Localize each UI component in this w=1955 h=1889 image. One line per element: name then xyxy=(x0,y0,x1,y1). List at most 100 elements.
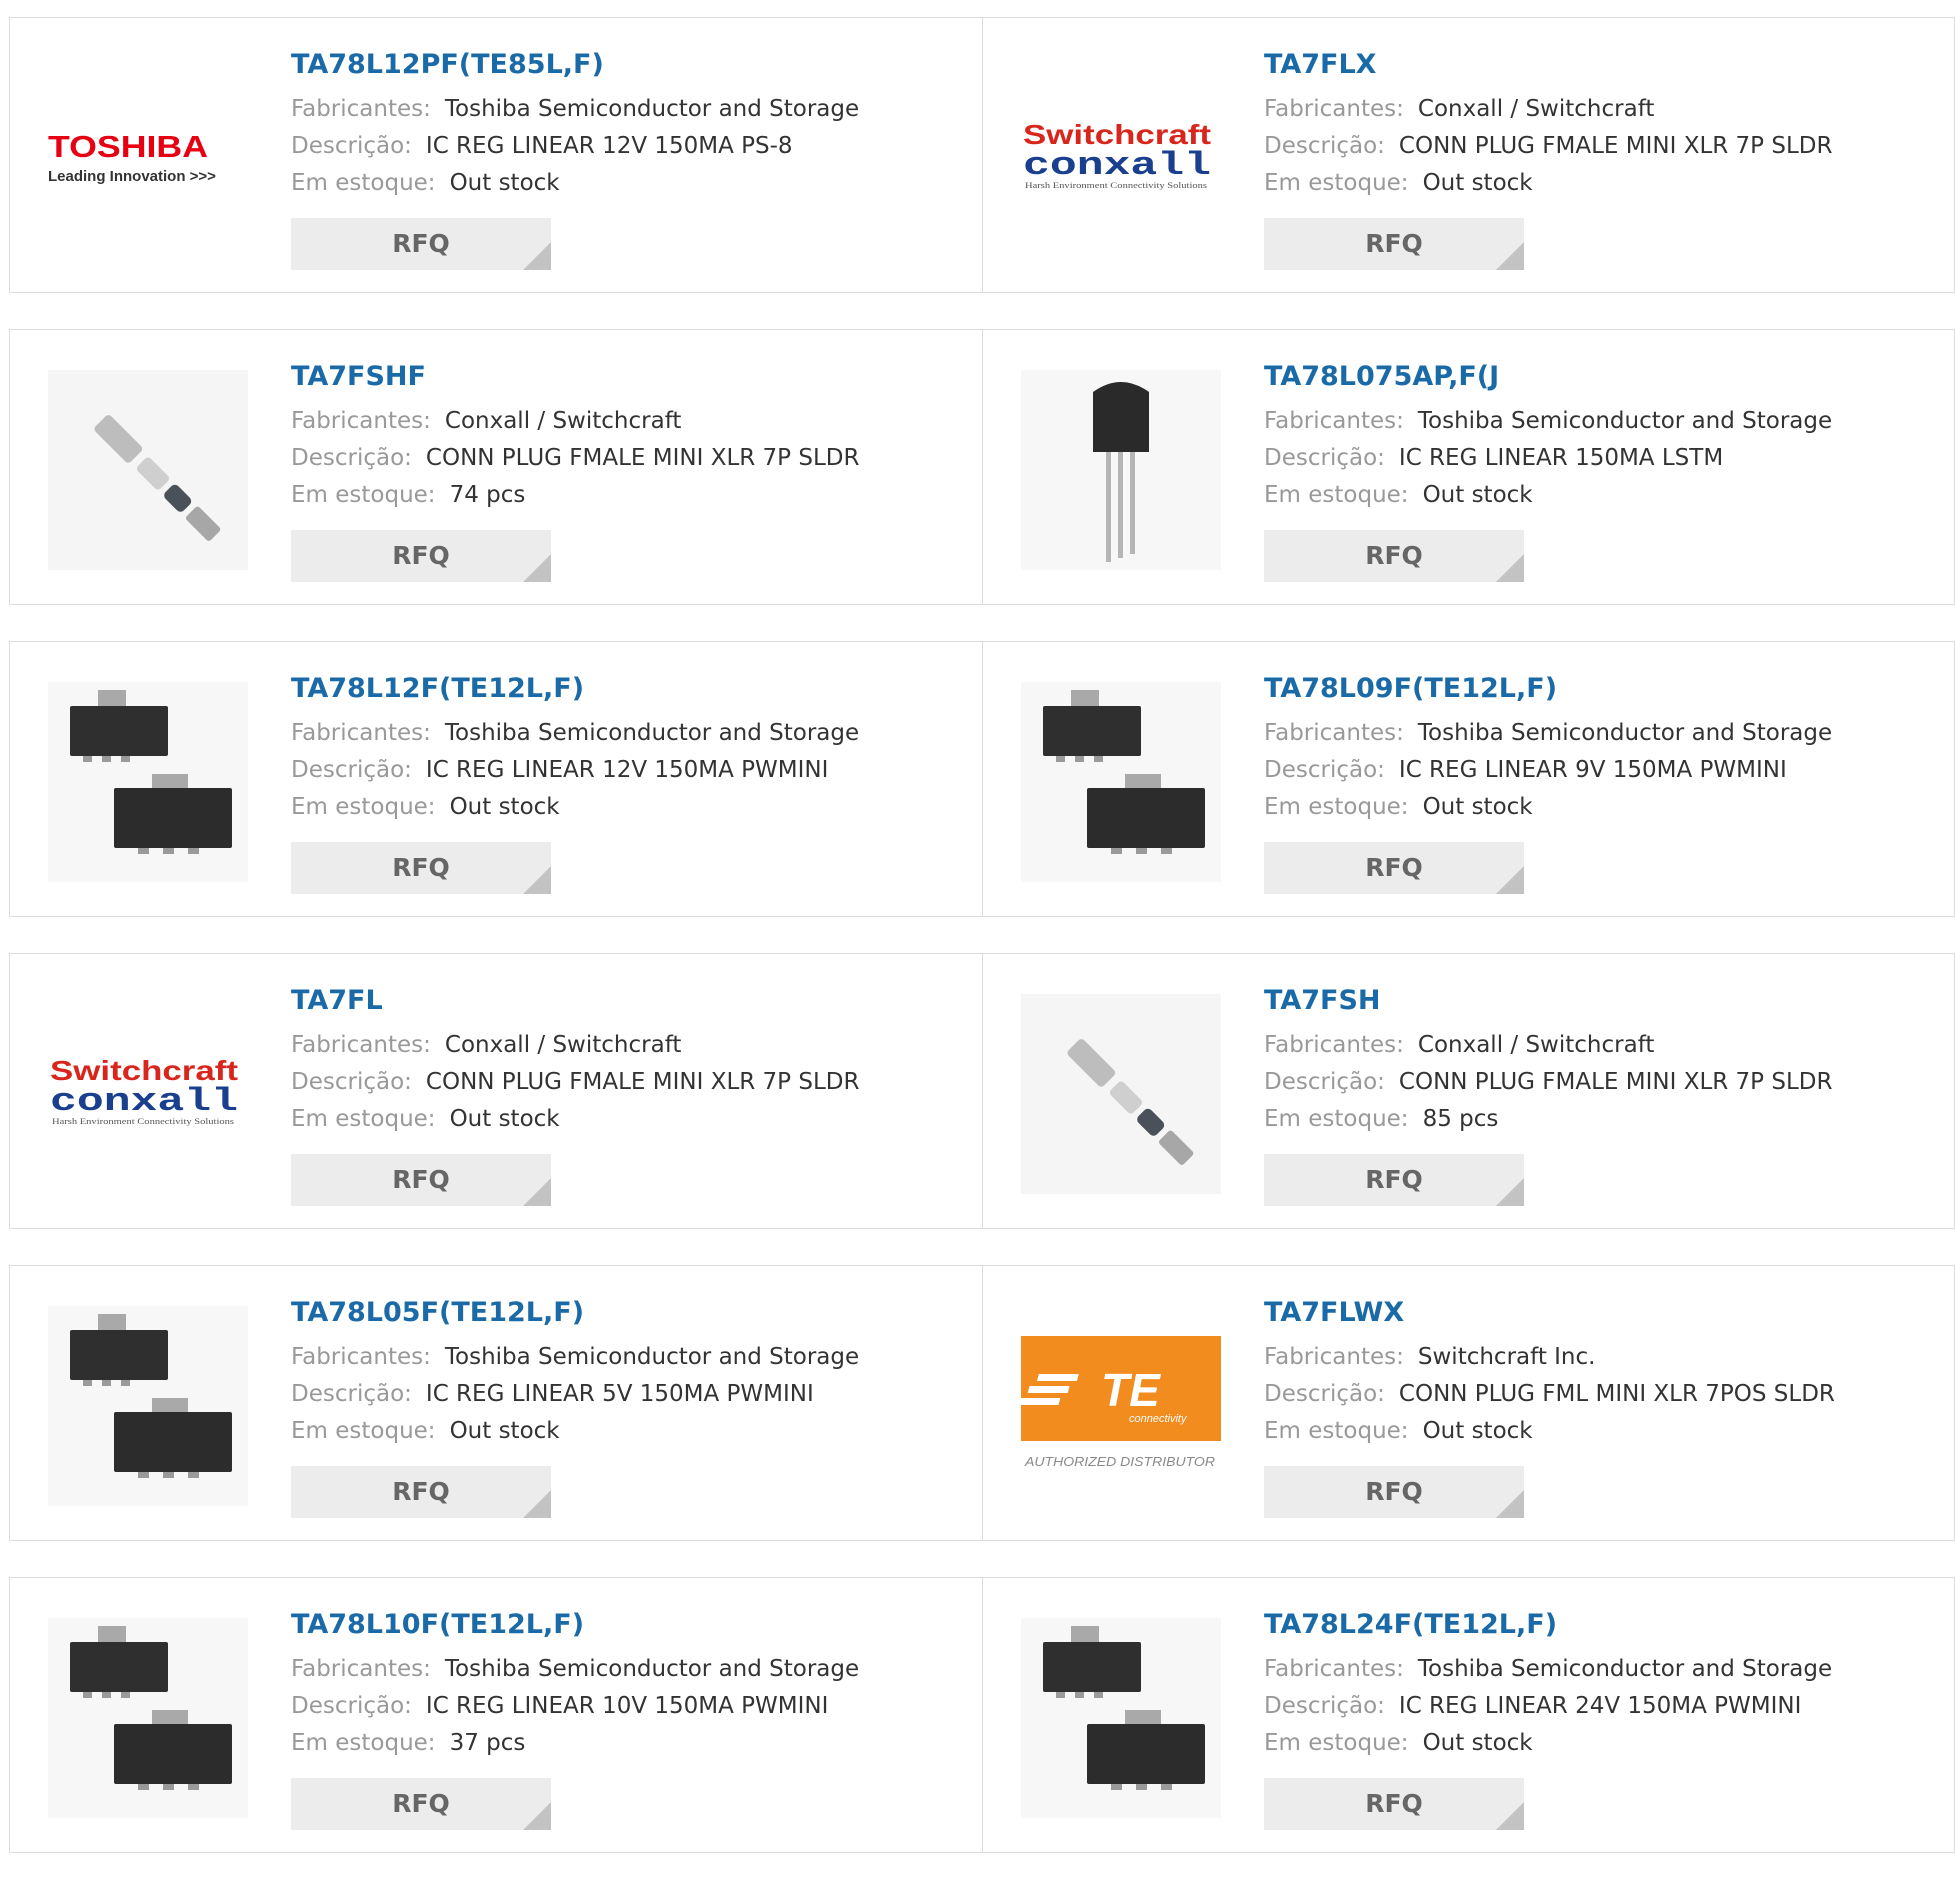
stock-line: Em estoque: Out stock xyxy=(1264,477,1934,514)
svg-text:connectivity: connectivity xyxy=(1129,1413,1188,1425)
product-info: TA7FLX Fabricantes: Conxall / Switchcraft D… xyxy=(1264,48,1934,202)
product-info: TA7FLWX Fabricantes: Switchcraft Inc. Descr… xyxy=(1264,1296,1934,1450)
rfq-button[interactable]: RFQ xyxy=(291,218,551,270)
rfq-button-label: RFQ xyxy=(392,853,450,882)
product-row: TA78L10F(TE12L,F) Fabricantes: Toshiba Sem… xyxy=(9,1577,1955,1853)
product-image[interactable] xyxy=(48,1306,248,1506)
manufacturer-line: Fabricantes: Toshiba Semiconductor and St… xyxy=(291,1339,962,1376)
product-card: TA78L05F(TE12L,F) Fabricantes: Toshiba Sem… xyxy=(10,1266,982,1540)
manufacturer-label: Fabricantes: xyxy=(291,1656,431,1682)
product-card: Switchcraft conxall Harsh Environment Co… xyxy=(982,18,1954,292)
product-image[interactable] xyxy=(1021,1618,1221,1818)
rfq-button[interactable]: RFQ xyxy=(291,1154,551,1206)
product-part-link[interactable]: TA78L05F(TE12L,F) xyxy=(291,1296,962,1330)
stock-label: Em estoque: xyxy=(291,1418,436,1444)
stock-value: Out stock xyxy=(1422,1730,1533,1756)
manufacturer-line: Fabricantes: Conxall / Switchcraft xyxy=(1264,91,1934,128)
rfq-corner-decoration xyxy=(523,554,551,582)
description-label: Descrição: xyxy=(1264,133,1385,159)
stock-label: Em estoque: xyxy=(291,794,436,820)
manufacturer-value: Toshiba Semiconductor and Storage xyxy=(444,1656,860,1682)
product-part-link[interactable]: TA78L09F(TE12L,F) xyxy=(1264,672,1934,706)
svg-text:Harsh Environment Connectivity: Harsh Environment Connectivity Solutions xyxy=(1025,181,1207,190)
rfq-corner-decoration xyxy=(523,1178,551,1206)
rfq-button[interactable]: RFQ xyxy=(1264,842,1524,894)
product-image[interactable] xyxy=(1021,682,1221,882)
rfq-button[interactable]: RFQ xyxy=(291,1466,551,1518)
product-image[interactable]: Switchcraft conxall Harsh Environment Co… xyxy=(1021,58,1221,258)
stock-label: Em estoque: xyxy=(291,1730,436,1756)
rfq-corner-decoration xyxy=(1496,554,1524,582)
rfq-button-label: RFQ xyxy=(392,1165,450,1194)
product-info: TA78L12F(TE12L,F) Fabricantes: Toshiba Sem… xyxy=(291,672,962,826)
stock-value: 74 pcs xyxy=(449,482,526,508)
product-image[interactable] xyxy=(1021,994,1221,1194)
manufacturer-line: Fabricantes: Switchcraft Inc. xyxy=(1264,1339,1934,1376)
rfq-button[interactable]: RFQ xyxy=(1264,218,1524,270)
svg-text:Leading Innovation >>>: Leading Innovation >>> xyxy=(48,168,216,185)
product-image[interactable] xyxy=(1021,370,1221,570)
product-part-link[interactable]: TA78L12F(TE12L,F) xyxy=(291,672,962,706)
stock-value: Out stock xyxy=(449,1418,560,1444)
rfq-button[interactable]: RFQ xyxy=(1264,1466,1524,1518)
switchcraft-conxall-logo: Switchcraft conxall Harsh Environment Co… xyxy=(1023,119,1211,190)
product-part-link[interactable]: TA78L10F(TE12L,F) xyxy=(291,1608,962,1642)
svg-text:conxall: conxall xyxy=(1023,147,1211,184)
product-image[interactable] xyxy=(48,1618,248,1818)
manufacturer-line: Fabricantes: Toshiba Semiconductor and St… xyxy=(291,1651,962,1688)
stock-value: Out stock xyxy=(449,170,560,196)
product-image[interactable] xyxy=(48,682,248,882)
product-part-link[interactable]: TA78L075AP,F(J xyxy=(1264,360,1934,394)
product-part-link[interactable]: TA7FSH xyxy=(1264,984,1934,1018)
product-grid: TOSHIBA Leading Innovation >>> TA78L12PF… xyxy=(9,17,1955,1889)
rfq-button[interactable]: RFQ xyxy=(291,1778,551,1830)
stock-label: Em estoque: xyxy=(1264,170,1409,196)
product-part-link[interactable]: TA7FLX xyxy=(1264,48,1934,82)
rfq-corner-decoration xyxy=(523,1802,551,1830)
rfq-button-label: RFQ xyxy=(1365,229,1423,258)
stock-line: Em estoque: Out stock xyxy=(1264,165,1934,202)
product-part-link[interactable]: TA7FLWX xyxy=(1264,1296,1934,1330)
rfq-corner-decoration xyxy=(1496,866,1524,894)
rfq-corner-decoration xyxy=(1496,1802,1524,1830)
rfq-button-label: RFQ xyxy=(1365,853,1423,882)
product-info: TA7FSHF Fabricantes: Conxall / Switchcraft… xyxy=(291,360,962,514)
stock-line: Em estoque: 85 pcs xyxy=(1264,1101,1934,1138)
manufacturer-line: Fabricantes: Conxall / Switchcraft xyxy=(291,403,962,440)
rfq-button[interactable]: RFQ xyxy=(1264,1778,1524,1830)
rfq-button[interactable]: RFQ xyxy=(291,842,551,894)
rfq-button[interactable]: RFQ xyxy=(1264,530,1524,582)
product-part-link[interactable]: TA78L12PF(TE85L,F) xyxy=(291,48,962,82)
manufacturer-label: Fabricantes: xyxy=(291,1032,431,1058)
manufacturer-value: Conxall / Switchcraft xyxy=(444,408,682,434)
product-card: TOSHIBA Leading Innovation >>> TA78L12PF… xyxy=(10,18,982,292)
product-part-link[interactable]: TA7FSHF xyxy=(291,360,962,394)
description-label: Descrição: xyxy=(1264,1069,1385,1095)
description-line: Descrição: IC REG LINEAR 10V 150MA PWMINI xyxy=(291,1688,962,1725)
product-card: TA78L075AP,F(J Fabricantes: Toshiba Semico… xyxy=(982,330,1954,604)
rfq-button[interactable]: RFQ xyxy=(291,530,551,582)
product-image[interactable]: Switchcraft conxall Harsh Environment Co… xyxy=(48,994,248,1194)
manufacturer-value: Toshiba Semiconductor and Storage xyxy=(1417,1656,1833,1682)
product-part-link[interactable]: TA7FL xyxy=(291,984,962,1018)
sot89-package-photo xyxy=(1021,1618,1221,1818)
description-value: CONN PLUG FMALE MINI XLR 7P SLDR xyxy=(425,1069,860,1095)
product-card: TA78L24F(TE12L,F) Fabricantes: Toshiba Sem… xyxy=(982,1578,1954,1852)
description-value: CONN PLUG FMALE MINI XLR 7P SLDR xyxy=(1398,133,1833,159)
product-image[interactable]: TE connectivity AUTHORIZED DISTRIBUTOR xyxy=(1021,1306,1221,1506)
rfq-button[interactable]: RFQ xyxy=(1264,1154,1524,1206)
stock-value: 85 pcs xyxy=(1422,1106,1499,1132)
product-info: TA78L10F(TE12L,F) Fabricantes: Toshiba Sem… xyxy=(291,1608,962,1762)
product-part-link[interactable]: TA78L24F(TE12L,F) xyxy=(1264,1608,1934,1642)
product-card: TA78L12F(TE12L,F) Fabricantes: Toshiba Sem… xyxy=(10,642,982,916)
stock-label: Em estoque: xyxy=(291,482,436,508)
product-info: TA78L24F(TE12L,F) Fabricantes: Toshiba Sem… xyxy=(1264,1608,1934,1762)
manufacturer-value: Conxall / Switchcraft xyxy=(1417,96,1655,122)
manufacturer-value: Toshiba Semiconductor and Storage xyxy=(444,1344,860,1370)
manufacturer-label: Fabricantes: xyxy=(291,408,431,434)
stock-label: Em estoque: xyxy=(1264,1730,1409,1756)
product-image[interactable]: TOSHIBA Leading Innovation >>> xyxy=(48,58,248,258)
product-image[interactable] xyxy=(48,370,248,570)
stock-value: Out stock xyxy=(449,794,560,820)
description-line: Descrição: IC REG LINEAR 9V 150MA PWMINI xyxy=(1264,752,1934,789)
